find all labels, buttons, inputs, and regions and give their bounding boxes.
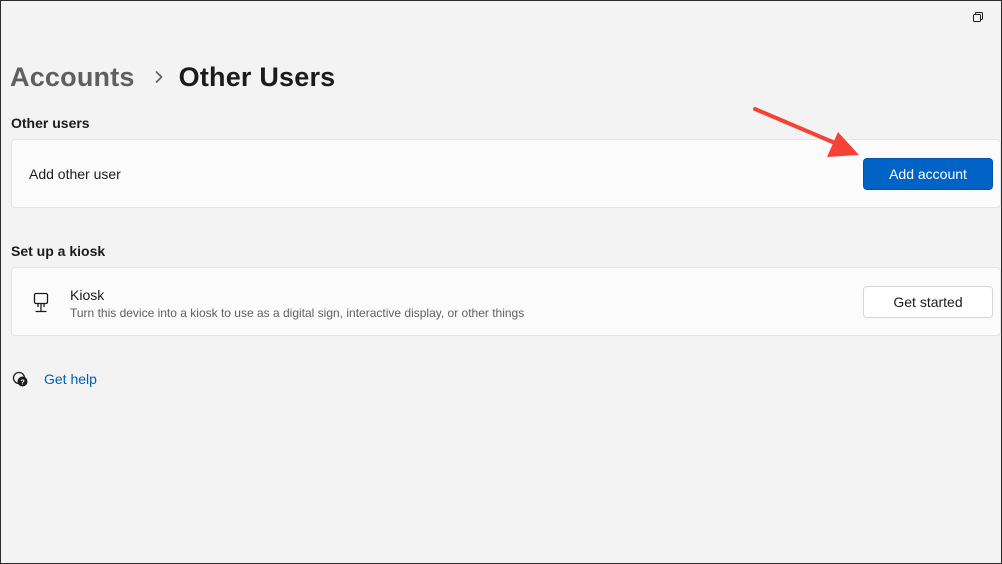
chevron-right-icon: [155, 71, 163, 83]
section-title-kiosk: Set up a kiosk: [11, 243, 106, 259]
section-title-other-users: Other users: [11, 115, 90, 131]
add-other-user-label: Add other user: [29, 166, 121, 182]
kiosk-title: Kiosk: [70, 287, 105, 303]
get-help-link[interactable]: ? Get help: [11, 370, 97, 388]
kiosk-description: Turn this device into a kiosk to use as …: [70, 306, 525, 320]
help-icon: ?: [12, 371, 28, 387]
svg-text:?: ?: [20, 377, 25, 386]
kiosk-icon: [33, 292, 49, 313]
kiosk-card: Kiosk Turn this device into a kiosk to u…: [11, 267, 1001, 336]
breadcrumb-accounts[interactable]: Accounts: [10, 62, 135, 93]
settings-window: Accounts Other Users Other users Add oth…: [0, 0, 1002, 564]
get-help-label: Get help: [44, 371, 97, 387]
page-title: Other Users: [178, 61, 336, 92]
add-other-user-card: Add other user Add account: [11, 139, 1001, 208]
add-account-button[interactable]: Add account: [863, 158, 993, 190]
window-controls: [955, 1, 1001, 33]
get-started-button[interactable]: Get started: [863, 286, 993, 318]
restore-icon: [973, 12, 983, 22]
breadcrumb: Accounts Other Users: [10, 57, 335, 97]
restore-button[interactable]: [955, 1, 1001, 33]
